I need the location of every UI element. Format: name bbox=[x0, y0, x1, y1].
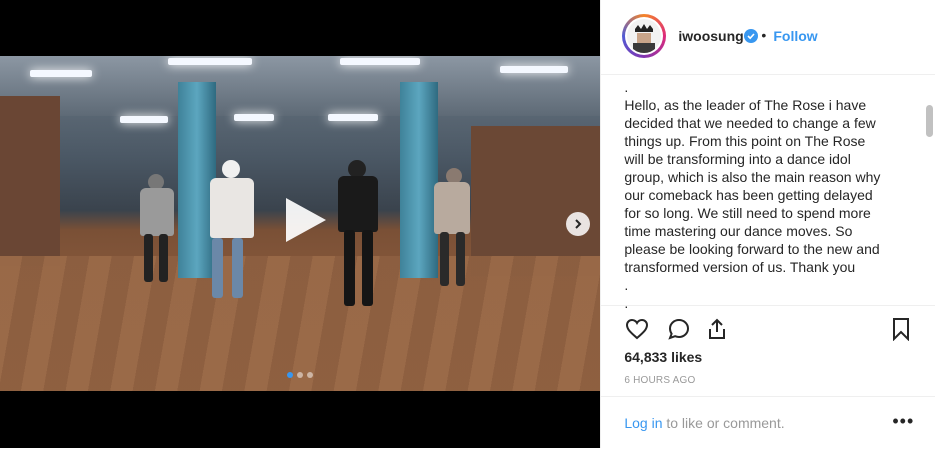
caption-line: will be transforming into a dance idol bbox=[624, 151, 851, 167]
play-icon[interactable] bbox=[270, 188, 334, 252]
share-icon[interactable] bbox=[705, 317, 729, 341]
comment-icon[interactable] bbox=[667, 317, 691, 341]
instagram-post: iwoosung • Follow . Hello, as the leader… bbox=[0, 0, 935, 448]
wall bbox=[471, 126, 601, 276]
caption-line: things up. From this point on The Rose bbox=[624, 133, 866, 149]
post-header: iwoosung • Follow bbox=[601, 0, 935, 75]
comment-bar: Log in to like or comment. ••• bbox=[601, 396, 935, 449]
caption-line: decided that we needed to change a few bbox=[624, 115, 876, 131]
ceiling-light bbox=[120, 116, 168, 123]
caption-line: please be looking forward to the new and bbox=[624, 241, 880, 257]
caption: . Hello, as the leader of The Rose i hav… bbox=[624, 78, 899, 312]
caption-line: . bbox=[624, 277, 629, 293]
more-options-button[interactable]: ••• bbox=[892, 411, 914, 432]
ceiling-light bbox=[234, 114, 274, 121]
ceiling-light bbox=[500, 66, 568, 73]
login-prompt-text: to like or comment. bbox=[666, 415, 785, 431]
ceiling-light bbox=[30, 70, 92, 77]
username[interactable]: iwoosung bbox=[678, 28, 743, 44]
verified-badge-icon bbox=[744, 29, 759, 43]
post-side-panel: iwoosung • Follow . Hello, as the leader… bbox=[600, 0, 935, 448]
ceiling-light bbox=[340, 58, 420, 65]
scrollbar[interactable] bbox=[926, 105, 934, 137]
caption-line: our comeback has been getting delayed bbox=[624, 187, 873, 203]
avatar[interactable] bbox=[622, 14, 667, 58]
bookmark-icon[interactable] bbox=[889, 317, 913, 341]
caption-line: . bbox=[624, 79, 629, 95]
pillar bbox=[400, 82, 438, 278]
post-media[interactable] bbox=[0, 0, 601, 448]
ceiling-light bbox=[168, 58, 252, 65]
caption-line: Hello, as the leader of The Rose i have bbox=[624, 97, 867, 113]
heart-icon[interactable] bbox=[625, 317, 649, 341]
ceiling-light bbox=[328, 114, 378, 121]
action-bar bbox=[601, 305, 935, 350]
login-link[interactable]: Log in bbox=[624, 415, 662, 431]
slide-dot bbox=[297, 372, 303, 378]
caption-line: for so long. We still need to spend more bbox=[624, 205, 871, 221]
avatar-image bbox=[627, 19, 662, 53]
separator-dot: • bbox=[761, 27, 767, 43]
slide-dot bbox=[307, 372, 313, 378]
floor bbox=[0, 256, 601, 391]
ceiling bbox=[0, 56, 601, 116]
like-count[interactable]: 64,833 likes bbox=[624, 349, 702, 365]
caption-line: transformed version of us. Thank you bbox=[624, 259, 856, 275]
wall bbox=[0, 96, 60, 266]
post-timestamp[interactable]: 6 HOURS AGO bbox=[624, 375, 695, 386]
caption-line: group, which is also the main reason why bbox=[624, 169, 881, 185]
follow-button[interactable]: Follow bbox=[773, 28, 817, 44]
slide-indicator bbox=[287, 372, 313, 378]
next-slide-button[interactable] bbox=[566, 212, 590, 236]
slide-dot bbox=[287, 372, 293, 378]
next-arrow-icon bbox=[575, 219, 582, 229]
caption-line: time mastering our dance moves. So bbox=[624, 223, 853, 239]
